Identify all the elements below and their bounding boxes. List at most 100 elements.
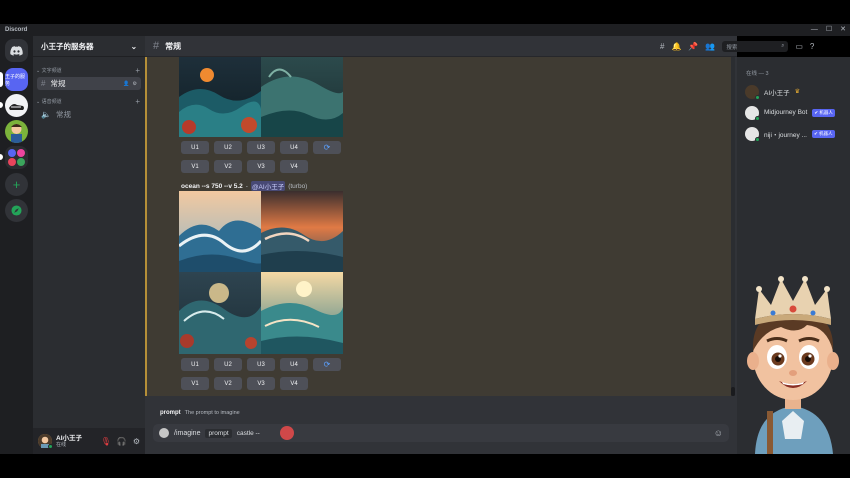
letterbox-bottom [0,454,850,478]
v1-button[interactable]: V1 [181,160,209,173]
u2-button[interactable]: U2 [214,141,242,154]
u4-button[interactable]: U4 [280,141,308,154]
bell-icon[interactable]: 🔔 [671,42,681,51]
avatar[interactable] [38,434,53,449]
member-name: Midjourney Bot [764,109,808,116]
hash-icon: # [41,79,46,88]
selected-indicator [0,72,3,87]
invite-icon[interactable]: 👤 [123,81,129,87]
user-mention[interactable]: @AI小王子 [250,181,286,191]
v4-button[interactable]: V4 [280,377,308,390]
minimize-icon[interactable]: — [811,24,818,36]
main-chat: # 常规 U1 U2 U3 U4 ⟳ V1 V2 V3 V4 ocean --s… [145,36,737,454]
threads-icon[interactable]: # [660,42,664,51]
server-rail: 王子的服务 + [0,36,33,454]
speaker-icon: 🔈 [41,110,51,119]
server-folder[interactable] [5,146,28,169]
cursor-highlight [280,426,294,440]
add-channel-icon[interactable]: + [135,97,140,106]
microphone-muted-icon[interactable]: 🎙 [101,437,111,446]
u1-button[interactable]: U1 [181,358,209,371]
server-avatar[interactable] [5,120,28,143]
bot-badge: ✔ 机器人 [812,129,835,138]
category-text[interactable]: ⌄ 文字频道 + [33,65,145,75]
u4-button[interactable]: U4 [280,358,308,371]
upscale-row-1: U1 U2 U3 U4 ⟳ [181,141,341,154]
unread-indicator [0,102,3,108]
search-placeholder: 搜索 [726,44,738,51]
online-header: 在线 — 3 [746,71,769,77]
member-item[interactable]: niji・journey ... ✔ 机器人 [737,123,850,144]
image-grid-previous[interactable] [179,57,343,137]
gear-icon[interactable]: ⚙ [133,437,140,446]
variation-row-1: V1 V2 V3 V4 [181,160,308,173]
maximize-icon[interactable]: ☐ [826,24,832,36]
header-toolbar: # 🔔 📌 👥 搜索 ⌕ ▭ ? [660,36,814,57]
online-status-icon [755,136,760,142]
option-name: prompt [160,409,181,416]
mode-label: (turbo) [288,182,308,190]
close-icon[interactable]: ✕ [840,24,846,36]
v4-button[interactable]: V4 [280,160,308,173]
v3-button[interactable]: V3 [247,377,275,390]
bot-badge: ✔ 机器人 [812,108,835,117]
add-server-icon[interactable]: + [5,173,28,196]
reroll-icon[interactable]: ⟳ [313,358,341,371]
crown-icon: ♛ [794,89,801,95]
user-name: AI小王子 [56,434,82,442]
server-selected[interactable]: 王子的服务 [5,68,28,91]
separator: - [245,182,248,190]
server-label: 王子的服务 [5,73,26,87]
reroll-icon[interactable]: ⟳ [313,141,341,154]
channel-label: 常规 [50,79,66,88]
user-panel: AI小王子 在线 🎙 🎧 ⚙ [33,428,145,454]
members-icon[interactable]: 👥 [705,42,715,51]
explore-compass-icon[interactable] [5,199,28,222]
v2-button[interactable]: V2 [214,160,242,173]
v3-button[interactable]: V3 [247,160,275,173]
pin-icon[interactable]: 📌 [688,42,698,51]
command-input[interactable]: castle -- [237,430,260,437]
server-sneaker[interactable] [5,94,28,117]
user-status: 在线 [56,441,67,448]
u3-button[interactable]: U3 [247,141,275,154]
u1-button[interactable]: U1 [181,141,209,154]
channel-voice-general[interactable]: 🔈 常规 [37,108,141,121]
headphones-muted-icon[interactable]: 🎧 [117,437,127,446]
u3-button[interactable]: U3 [247,358,275,371]
guild-name: 小王子的服务器 [41,41,94,51]
image-grid-ocean[interactable] [179,191,343,354]
mascot-character-image [737,261,850,454]
avatar [745,84,760,100]
message-list[interactable]: U1 U2 U3 U4 ⟳ V1 V2 V3 V4 ocean --s 750 … [145,57,731,396]
guild-header[interactable]: 小王子的服务器 ⌄ [33,36,145,57]
member-item[interactable]: Midjourney Bot ✔ 机器人 [737,102,850,123]
bot-app-icon [159,428,169,438]
member-item[interactable]: AI小王子 ♛ [737,81,850,102]
channel-sidebar: 小王子的服务器 ⌄ ⌄ 文字频道 + # 常规 👤 ⚙ ⌄ 语音频道 + 🔈 常规… [33,36,145,454]
help-icon[interactable]: ? [810,42,814,51]
category-label: 文字频道 [41,67,62,74]
search-icon: ⌕ [781,43,785,49]
option-description: The prompt to imagine [184,409,240,416]
discord-home-icon[interactable] [5,39,28,62]
emoji-icon[interactable]: ☺ [714,428,723,438]
member-name: AI小王子 [764,89,790,97]
channel-title: 常规 [165,41,182,51]
u2-button[interactable]: U2 [214,358,242,371]
chevron-down-icon: ⌄ [130,41,137,51]
add-channel-icon[interactable]: + [135,66,140,75]
search-input[interactable]: 搜索 ⌕ [722,41,789,52]
title-bar: Discord — ☐ ✕ [0,24,850,36]
message-composer[interactable]: /imagine prompt castle -- ☺ [153,424,729,442]
v1-button[interactable]: V1 [181,377,209,390]
channel-text-general[interactable]: # 常规 👤 ⚙ [37,77,141,90]
channel-label: 常规 [55,110,71,119]
gear-icon[interactable]: ⚙ [133,81,137,87]
scrollbar-thumb[interactable] [731,387,735,396]
v2-button[interactable]: V2 [214,377,242,390]
category-voice[interactable]: ⌄ 语音频道 + [33,96,145,106]
inbox-icon[interactable]: ▭ [795,42,803,51]
command-option[interactable]: prompt [205,428,232,438]
message-scrollbar[interactable] [731,57,735,396]
